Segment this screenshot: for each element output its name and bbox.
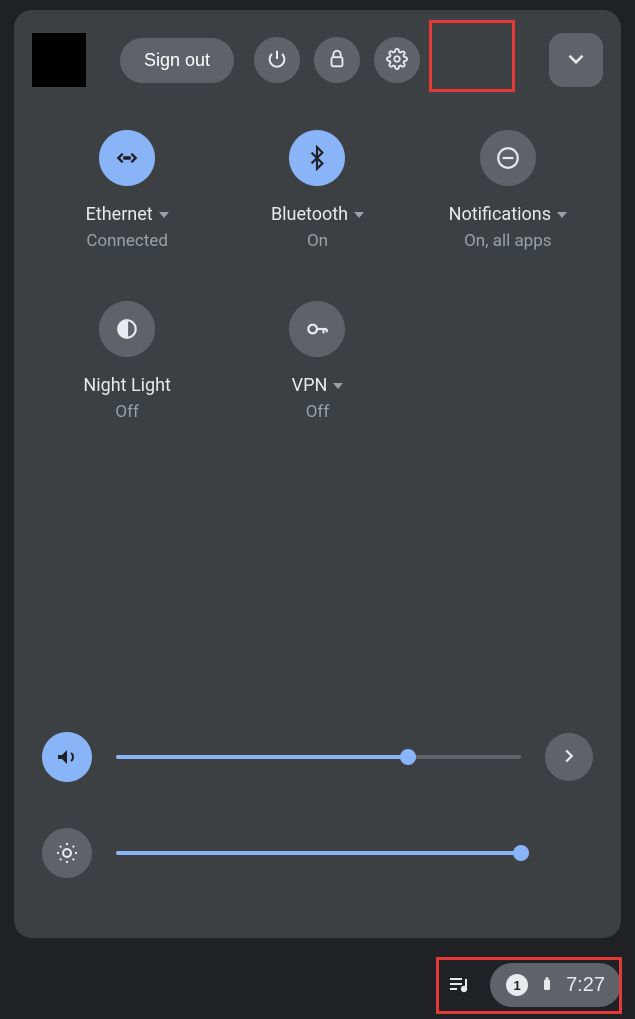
- vpn-key-icon: [289, 301, 345, 357]
- slider-thumb[interactable]: [513, 845, 529, 861]
- tile-status: Off: [115, 402, 139, 422]
- brightness-row: [42, 828, 593, 878]
- music-queue-icon: [446, 972, 470, 999]
- tile-label-row: Notifications: [449, 204, 567, 225]
- tile-label: Notifications: [449, 204, 551, 225]
- tile-label-row: Night Light: [83, 375, 171, 396]
- ethernet-icon: [99, 130, 155, 186]
- tile-label: Bluetooth: [271, 204, 348, 225]
- tile-status: On, all apps: [464, 231, 552, 251]
- bluetooth-icon: [289, 130, 345, 186]
- power-icon: [266, 48, 288, 73]
- brightness-slider[interactable]: [116, 851, 521, 855]
- tile-label: Night Light: [83, 375, 171, 396]
- gear-icon: [386, 48, 408, 73]
- tray-clock: 7:27: [566, 974, 605, 997]
- tiles-grid: Ethernet Connected Bluetooth On Notifica…: [32, 130, 603, 422]
- tile-label-row: Ethernet: [86, 204, 169, 225]
- tile-bluetooth[interactable]: Bluetooth On: [222, 130, 412, 251]
- chevron-right-icon: [558, 745, 580, 770]
- brightness-icon[interactable]: [42, 828, 92, 878]
- header-row: Sign out: [32, 30, 603, 90]
- sign-out-button[interactable]: Sign out: [120, 38, 234, 83]
- collapse-button[interactable]: [549, 33, 603, 87]
- caret-down-icon: [354, 212, 364, 218]
- chevron-down-icon: [563, 46, 589, 75]
- system-tray-button[interactable]: 1 7:27: [490, 963, 621, 1007]
- audio-settings-button[interactable]: [545, 733, 593, 781]
- slider-thumb[interactable]: [400, 749, 416, 765]
- caret-down-icon: [159, 212, 169, 218]
- battery-icon: [538, 975, 556, 996]
- notifications-icon: [480, 130, 536, 186]
- lock-button[interactable]: [314, 37, 360, 83]
- settings-button[interactable]: [374, 37, 420, 83]
- caret-down-icon: [557, 212, 567, 218]
- media-controls-button[interactable]: [436, 963, 480, 1007]
- tile-status: Off: [306, 402, 330, 422]
- caret-down-icon: [333, 383, 343, 389]
- night-light-icon: [99, 301, 155, 357]
- tile-notifications[interactable]: Notifications On, all apps: [413, 130, 603, 251]
- tile-night-light[interactable]: Night Light Off: [32, 301, 222, 422]
- volume-slider[interactable]: [116, 755, 521, 759]
- power-button[interactable]: [254, 37, 300, 83]
- tile-label: VPN: [292, 375, 328, 396]
- sliders-section: [42, 732, 593, 878]
- volume-icon[interactable]: [42, 732, 92, 782]
- tile-status: Connected: [86, 231, 168, 251]
- quick-settings-panel: Sign out Ethe: [14, 10, 621, 938]
- tile-label-row: VPN: [292, 375, 344, 396]
- tile-ethernet[interactable]: Ethernet Connected: [32, 130, 222, 251]
- avatar[interactable]: [32, 33, 86, 87]
- tile-label-row: Bluetooth: [271, 204, 364, 225]
- tile-status: On: [307, 231, 328, 251]
- tile-vpn[interactable]: VPN Off: [222, 301, 412, 422]
- taskbar: 1 7:27: [0, 951, 635, 1019]
- lock-icon: [326, 48, 348, 73]
- tile-label: Ethernet: [86, 204, 153, 225]
- volume-row: [42, 732, 593, 782]
- notification-count-badge: 1: [506, 974, 528, 996]
